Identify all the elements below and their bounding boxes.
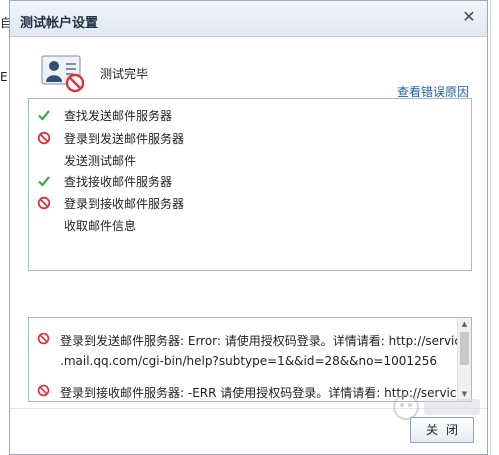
prohibited-icon xyxy=(37,332,50,345)
close-button[interactable]: 关闭 xyxy=(410,417,474,443)
step-label: 查找发送邮件服务器 xyxy=(64,108,173,123)
checkmark-icon xyxy=(38,110,50,121)
step-find-incoming-server: 查找接收邮件服务器 xyxy=(37,172,172,190)
background-app-right xyxy=(490,0,499,455)
step-send-test-mail: 发送测试邮件 xyxy=(37,151,136,169)
step-find-outgoing-server: 查找发送邮件服务器 xyxy=(37,106,172,124)
scroll-up-arrow-icon[interactable]: ▲ xyxy=(460,320,469,329)
log-line: 登录到发送邮件服务器: Error: 请使用授权码登录。详情请看: http:/… xyxy=(60,334,469,348)
step-label: 收取邮件信息 xyxy=(64,218,137,233)
test-steps-list: 查找发送邮件服务器 登录到发送邮件服务器 发送测试邮件 查找接收邮件服务器 登录… xyxy=(28,98,472,271)
background-fragment: E xyxy=(0,70,8,84)
step-label: 查找接收邮件服务器 xyxy=(64,174,173,189)
test-account-settings-dialog: 测试帐户设置 ✕ 测试完毕 查看错误原因 查找发送邮件服务器 登录到发送邮件服务… xyxy=(9,0,488,455)
log-line: .mail.qq.com/cgi-bin/help?subtype=1&&id=… xyxy=(60,354,437,368)
close-icon[interactable]: ✕ xyxy=(461,9,477,25)
empty-status-icon xyxy=(37,218,51,232)
log-entry: 登录到发送邮件服务器: Error: 请使用授权码登录。详情请看: http:/… xyxy=(37,330,468,370)
step-login-outgoing-server: 登录到发送邮件服务器 xyxy=(37,129,184,147)
step-label: 登录到发送邮件服务器 xyxy=(64,131,185,146)
step-label: 发送测试邮件 xyxy=(64,153,137,168)
test-status-text: 测试完毕 xyxy=(100,67,149,81)
scrollbar-thumb[interactable] xyxy=(460,332,469,365)
account-card-error-icon xyxy=(41,55,85,93)
dialog-title: 测试帐户设置 xyxy=(20,16,99,31)
prohibited-icon xyxy=(37,384,50,397)
checkmark-icon xyxy=(38,176,50,187)
empty-status-icon xyxy=(37,153,51,167)
step-login-incoming-server: 登录到接收邮件服务器 xyxy=(37,194,184,212)
prohibited-icon xyxy=(37,131,51,145)
step-label: 登录到接收邮件服务器 xyxy=(64,196,185,211)
prohibited-icon xyxy=(37,196,51,210)
dialog-titlebar: 测试帐户设置 ✕ xyxy=(10,1,487,37)
step-fetch-mail-info: 收取邮件信息 xyxy=(37,216,136,234)
